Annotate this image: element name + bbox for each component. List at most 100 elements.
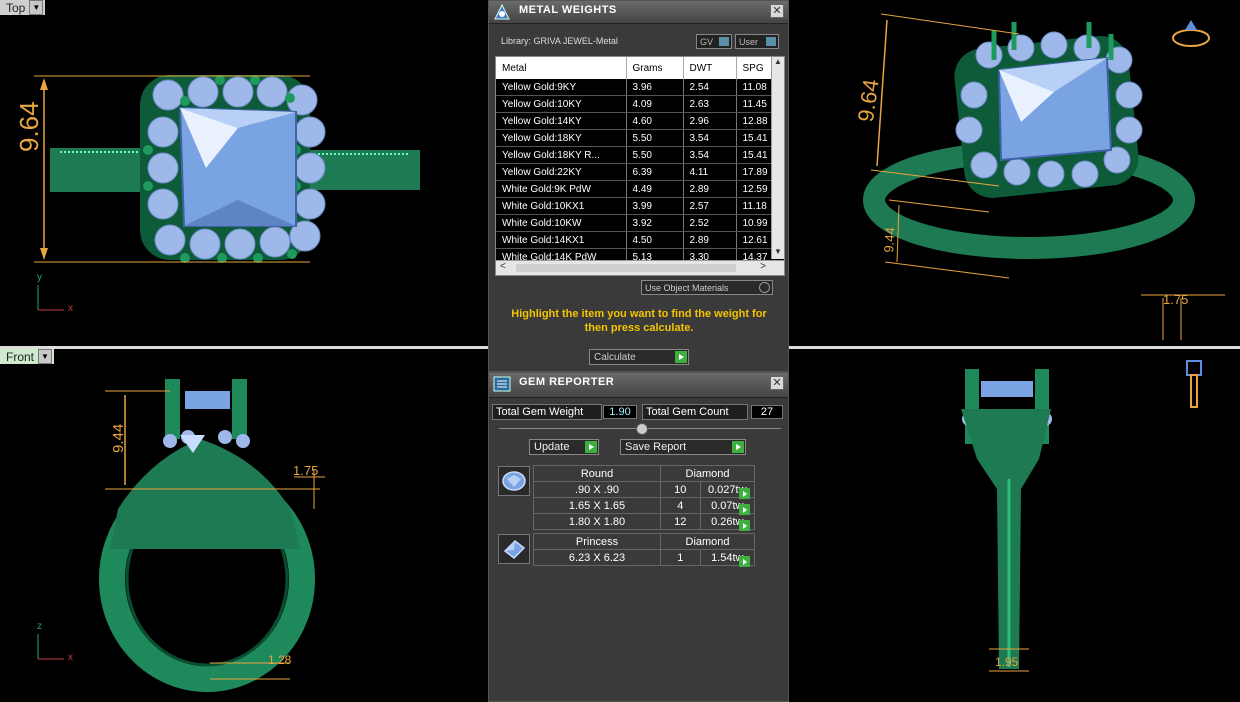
table-cell: White Gold:9K PdW <box>496 180 627 198</box>
table-row[interactable]: 1.65 X 1.65 4 0.07tw <box>532 497 756 514</box>
arrow-right-icon <box>739 504 750 516</box>
table-cell: 6.39 <box>626 163 684 181</box>
table-row[interactable]: Yellow Gold:22KY 6.39 4.11 17.89 <box>496 163 784 181</box>
total-gem-weight-value: 1.90 <box>603 405 637 419</box>
dim-label-bottom: 1.95 <box>995 655 1019 669</box>
arrow-right-icon <box>739 556 750 568</box>
dim-label-height: 9.44 <box>110 423 127 453</box>
chevron-down-icon[interactable]: ▼ <box>38 349 53 364</box>
axis-label-z: z <box>37 621 42 632</box>
viewport-label-front[interactable]: Front ▼ <box>0 349 55 364</box>
dim-label-b: 9.44 <box>881 226 898 254</box>
table-cell: White Gold:10KX1 <box>496 197 627 215</box>
user-toggle[interactable]: User <box>735 34 779 49</box>
dim-label-shank: 1.75 <box>293 463 319 478</box>
table-cell: 2.96 <box>683 112 737 130</box>
dim-label-c: 1.75 <box>1163 292 1189 307</box>
table-cell: Yellow Gold:14KY <box>496 112 627 130</box>
table-row[interactable]: Yellow Gold:10KY 4.09 2.63 11.45 <box>496 95 784 113</box>
gem-material: Diamond <box>660 533 755 550</box>
table-cell: 5.50 <box>626 129 684 147</box>
table-row[interactable]: White Gold:10KW 3.92 2.52 10.99 <box>496 214 784 232</box>
table-cell: 4.49 <box>626 180 684 198</box>
dim-label-bottom: 1.28 <box>268 653 292 667</box>
splitter-handle[interactable] <box>499 423 781 435</box>
total-gem-count-value: 27 <box>751 405 783 419</box>
table-row[interactable]: White Gold:9K PdW 4.49 2.89 12.59 <box>496 180 784 198</box>
use-object-materials-checkbox[interactable]: Use Object Materials <box>641 280 773 295</box>
select-row-button[interactable] <box>739 553 750 571</box>
table-cell: 5.50 <box>626 146 684 164</box>
calculate-button[interactable]: Calculate <box>589 349 689 365</box>
table-cell: 2.89 <box>683 180 737 198</box>
table-cell: 4.60 <box>626 112 684 130</box>
metal-weights-titlebar[interactable]: METAL WEIGHTS ✕ <box>489 1 788 24</box>
table-cell: White Gold:10KW <box>496 214 627 232</box>
table-row[interactable]: Yellow Gold:9KY 3.96 2.54 11.08 <box>496 79 784 96</box>
table-row[interactable]: Yellow Gold:18KY R... 5.50 3.54 15.41 <box>496 146 784 164</box>
table-row[interactable]: White Gold:10KX1 3.99 2.57 11.18 <box>496 197 784 215</box>
gem-table-princess: Princess Diamond 6.23 X 6.23 1 1.54tw <box>532 533 756 566</box>
table-row[interactable]: White Gold:14KX1 4.50 2.89 12.61 <box>496 231 784 249</box>
table-cell: White Gold:14KX1 <box>496 231 627 249</box>
table-row[interactable]: Yellow Gold:14KY 4.60 2.96 12.88 <box>496 112 784 130</box>
horizontal-scrollbar[interactable]: < > <box>496 260 784 275</box>
column-header[interactable]: DWT <box>683 57 737 79</box>
viewport-label-top[interactable]: Top ▼ <box>0 0 46 15</box>
gem-group-header: Round Diamond <box>532 465 755 482</box>
arrow-right-icon <box>739 520 750 532</box>
table-row[interactable]: .90 X .90 10 0.027tw <box>532 481 756 498</box>
chevron-down-icon[interactable]: ▼ <box>29 0 44 15</box>
gem-group-header: Princess Diamond <box>532 533 755 550</box>
axis-label-x: x <box>68 652 73 663</box>
close-icon[interactable]: ✕ <box>770 4 784 18</box>
gem-shape: Princess <box>532 533 662 550</box>
viewport-top[interactable]: 9.64 x y Top ▼ <box>0 0 488 346</box>
table-cell: 2.54 <box>683 79 737 96</box>
ring-side-view <box>961 360 1202 672</box>
gem-table-round: Round Diamond .90 X .90 10 0.027tw 1.65 … <box>532 465 756 530</box>
metal-weights-panel: METAL WEIGHTS ✕ Library: GRIVA JEWEL-Met… <box>488 0 789 372</box>
column-header[interactable]: Grams <box>626 57 684 79</box>
viewport-perspective[interactable]: 9.64 9.44 1.75 <box>789 0 1240 346</box>
table-cell: Yellow Gold:18KY R... <box>496 146 627 164</box>
table-cell: 3.99 <box>626 197 684 215</box>
dim-label-width: 9.64 <box>14 101 44 152</box>
table-cell: 4.11 <box>683 163 737 181</box>
column-header[interactable]: Metal <box>496 57 627 79</box>
metal-table-container: Metal Grams DWT SPG Yellow Gold:9KY 3.96 2… <box>495 56 785 276</box>
table-row[interactable]: 1.80 X 1.80 12 0.26tw <box>532 513 756 530</box>
table-cell: 4.50 <box>626 231 684 249</box>
gem-reporter-icon <box>493 376 511 392</box>
gem-reporter-titlebar[interactable]: GEM REPORTER ✕ <box>489 373 788 398</box>
table-cell: Yellow Gold:22KY <box>496 163 627 181</box>
table-cell: 2.89 <box>683 231 737 249</box>
table-cell: Yellow Gold:9KY <box>496 79 627 96</box>
axis-label-x: x <box>68 303 73 314</box>
close-icon[interactable]: ✕ <box>770 376 784 390</box>
save-report-button[interactable]: Save Report <box>620 439 746 455</box>
metal-weights-icon <box>494 3 510 20</box>
table-row[interactable]: Yellow Gold:18KY 5.50 3.54 15.41 <box>496 129 784 147</box>
vertical-scrollbar[interactable]: ▲ ▼ <box>771 57 784 259</box>
ring-top-view <box>34 75 420 311</box>
total-gem-count-label: Total Gem Count <box>642 404 748 420</box>
table-row[interactable]: 6.23 X 6.23 1 1.54tw <box>532 549 756 566</box>
table-cell: 3.96 <box>626 79 684 96</box>
total-gem-weight-label: Total Gem Weight <box>492 404 602 420</box>
viewport-right[interactable]: 1.95 <box>789 349 1240 702</box>
gem-reporter-panel: GEM REPORTER ✕ Total Gem Weight 1.90 Tot… <box>488 372 789 702</box>
axis-label-y: y <box>37 272 42 283</box>
viewport-front[interactable]: 9.44 1.75 1.28 x z Front ▼ <box>0 349 488 702</box>
table-cell: 3.54 <box>683 129 737 147</box>
round-gem-icon <box>498 466 530 496</box>
viewport-name: Top <box>6 0 26 15</box>
ring-front-view <box>37 379 325 692</box>
instruction-text: Highlight the item you want to find the … <box>511 308 767 334</box>
arrow-right-icon <box>739 488 750 500</box>
table-cell: 2.57 <box>683 197 737 215</box>
table-cell: 2.63 <box>683 95 737 113</box>
update-button[interactable]: Update <box>529 439 599 455</box>
gv-toggle[interactable]: GV <box>696 34 732 49</box>
library-label: Library: GRIVA JEWEL-Metal <box>501 36 618 46</box>
